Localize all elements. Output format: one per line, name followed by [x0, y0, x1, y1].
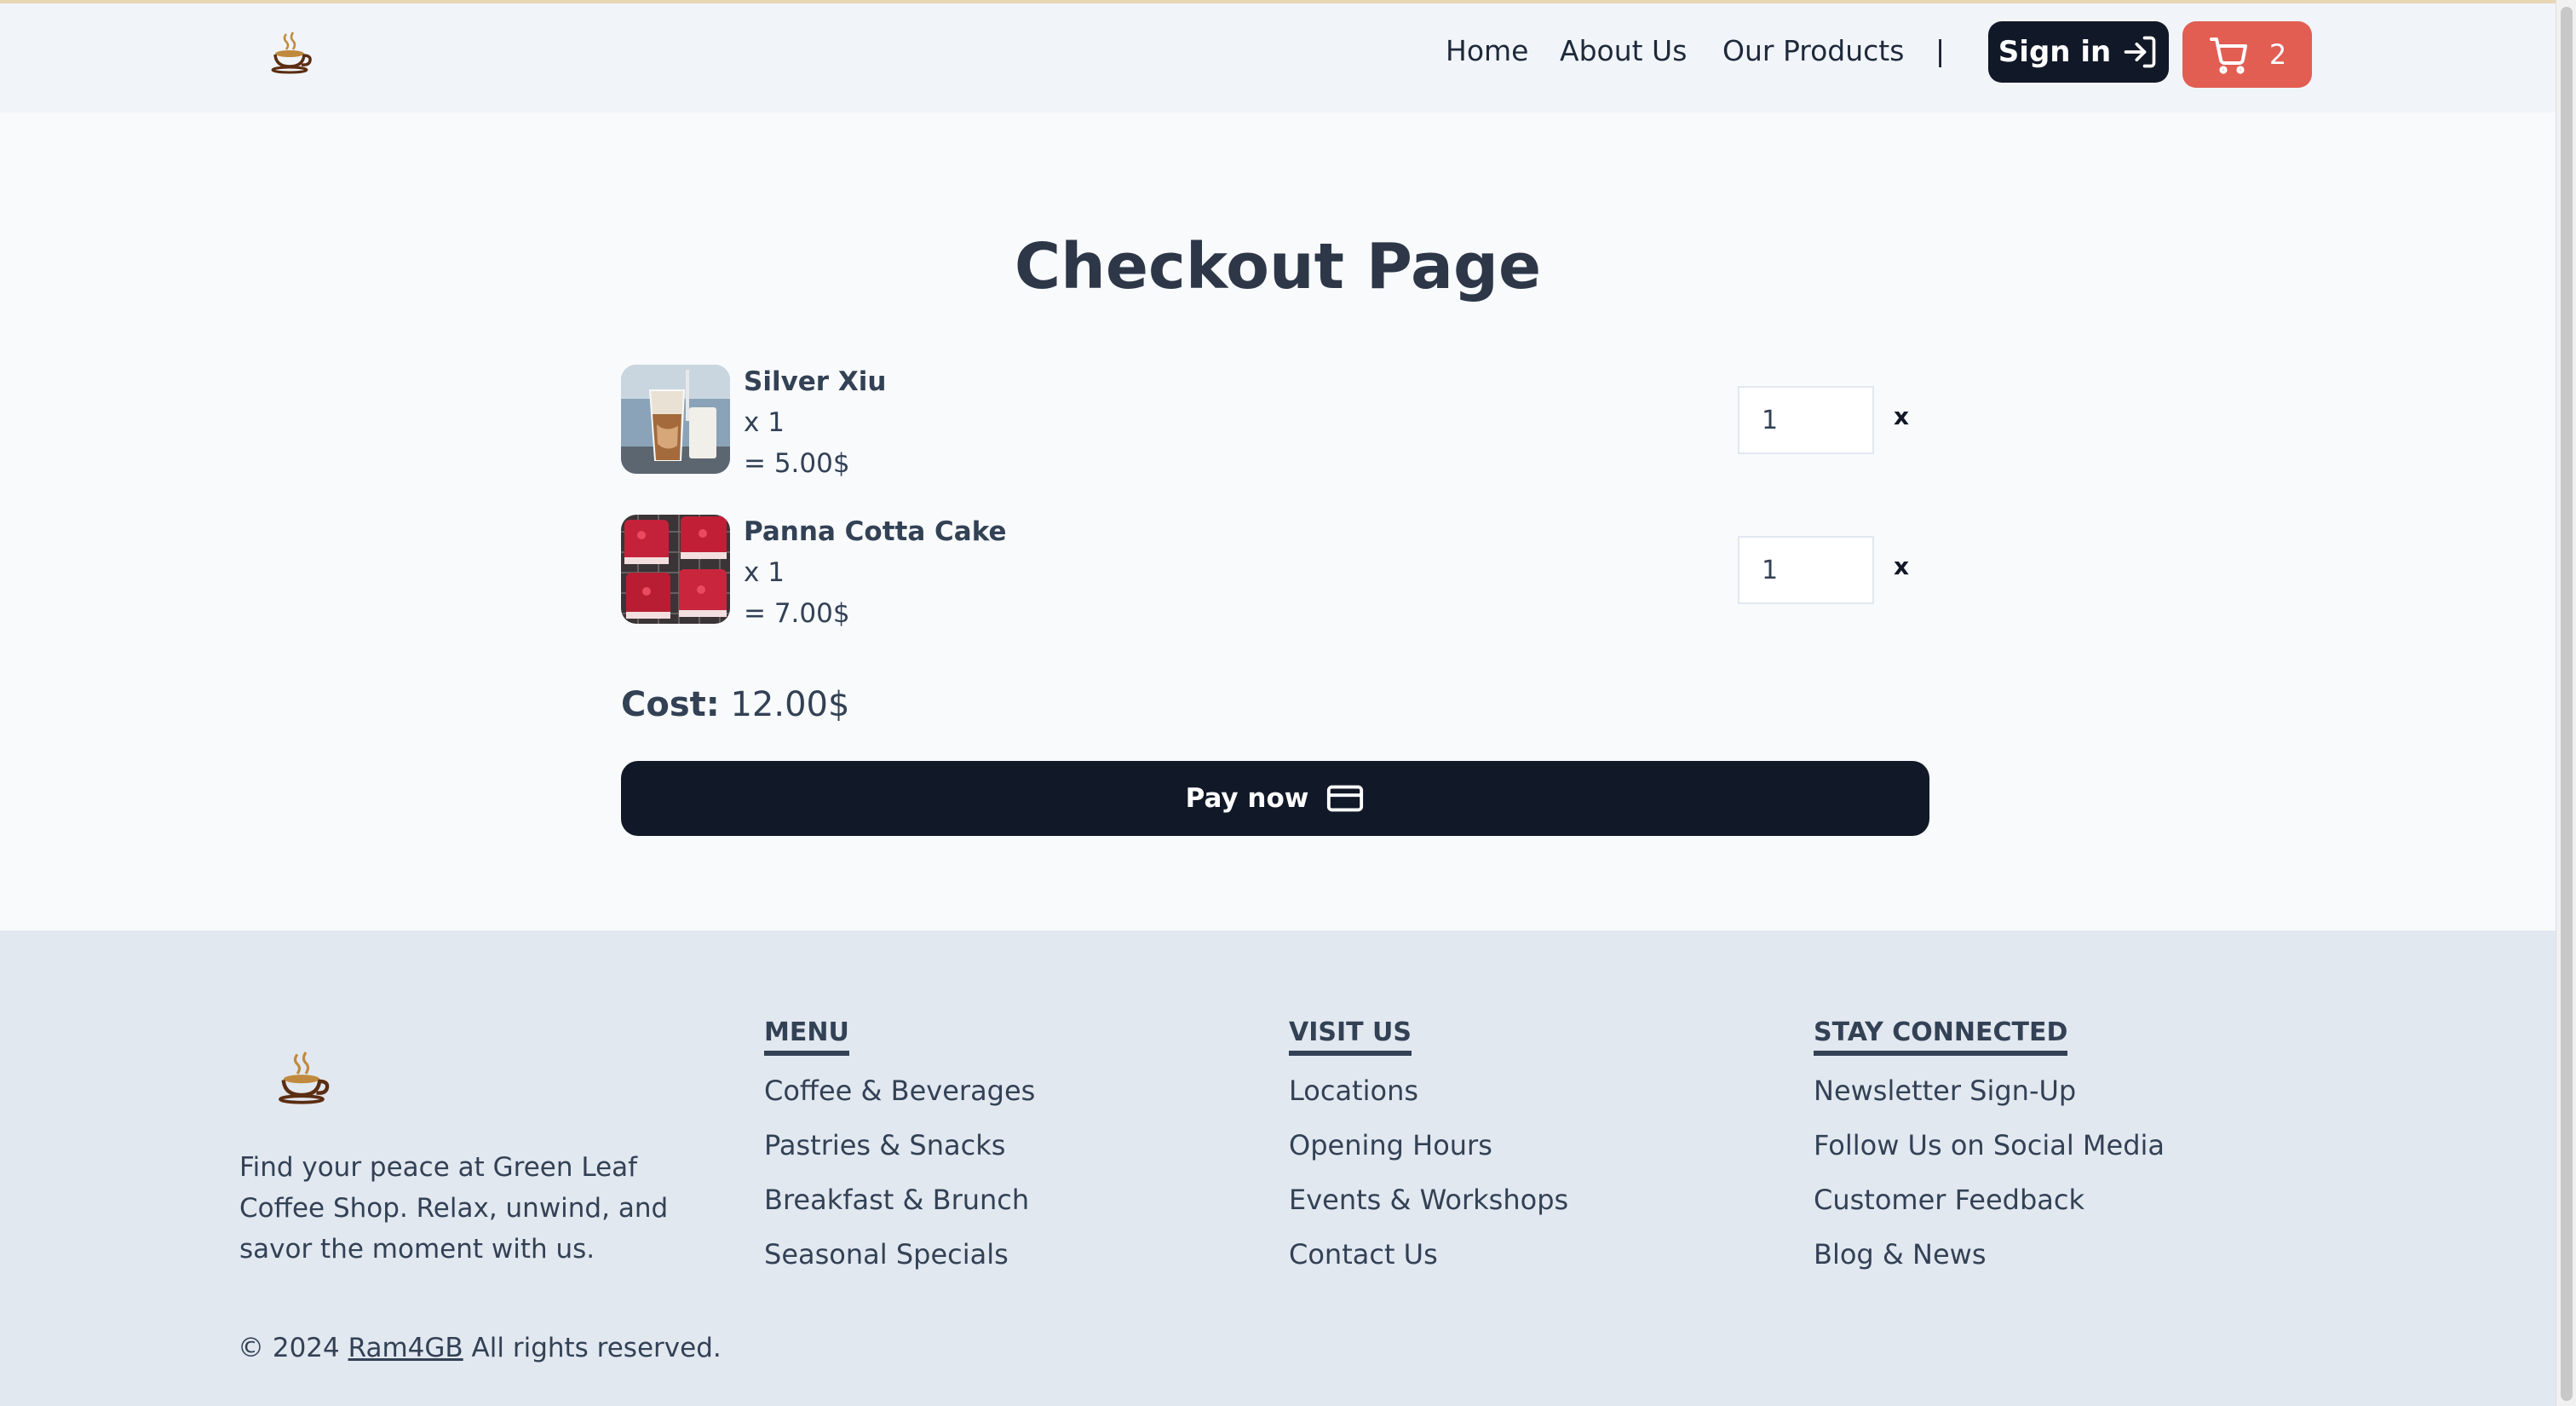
copyright-owner-link[interactable]: Ram4GB: [348, 1333, 463, 1363]
cart-item-quantity-text: x 1: [744, 407, 785, 438]
footer-link[interactable]: Newsletter Sign-Up: [1814, 1075, 2165, 1110]
credit-card-icon: [1327, 785, 1364, 812]
product-image-panna-cotta-cake: [621, 515, 730, 624]
nav-separator: |: [1935, 34, 1946, 67]
footer-link[interactable]: Blog & News: [1814, 1238, 2165, 1274]
cost-value: 12.00$: [730, 685, 850, 724]
footer-link[interactable]: Opening Hours: [1289, 1129, 1568, 1165]
pay-now-label: Pay now: [1185, 783, 1309, 814]
cart-item: Panna Cotta Cake x 1 = 7.00$ x: [621, 515, 1929, 629]
footer-column-visit-us: VISIT US Locations Opening Hours Events …: [1289, 1017, 1568, 1274]
cart-item: Silver Xiu x 1 = 5.00$ x: [621, 365, 1929, 479]
sign-in-arrow-icon: [2124, 36, 2156, 68]
product-image-silver-xiu: [621, 365, 730, 474]
footer-tagline: Find your peace at Green Leaf Coffee Sho…: [239, 1152, 669, 1265]
sign-in-label: Sign in: [1998, 35, 2112, 69]
nav-link-about-us[interactable]: About Us: [1560, 34, 1687, 67]
copyright-prefix: © 2024: [238, 1333, 340, 1363]
footer-link[interactable]: Breakfast & Brunch: [764, 1184, 1035, 1219]
quantity-input[interactable]: [1738, 386, 1874, 454]
coffee-cup-logo-icon[interactable]: [276, 1048, 336, 1108]
pay-now-button[interactable]: Pay now: [621, 761, 1929, 836]
footer-heading-visit-us: VISIT US: [1289, 1017, 1412, 1056]
cart-item-name: Silver Xiu: [744, 366, 887, 397]
navbar: Home About Us Our Products | Sign in 2: [0, 3, 2556, 112]
footer-heading-stay-connected: STAY CONNECTED: [1814, 1017, 2068, 1056]
cart-total-cost: Cost: 12.00$: [621, 685, 849, 724]
footer-link[interactable]: Seasonal Specials: [764, 1238, 1035, 1274]
scrollbar-thumb[interactable]: [2561, 7, 2573, 1401]
remove-item-button[interactable]: x: [1894, 552, 1909, 580]
footer-link[interactable]: Customer Feedback: [1814, 1184, 2165, 1219]
copyright-suffix: All rights reserved.: [471, 1333, 722, 1363]
cart-item-quantity-text: x 1: [744, 557, 785, 588]
footer-heading-menu: MENU: [764, 1017, 849, 1056]
nav-link-home[interactable]: Home: [1446, 34, 1528, 67]
footer-link[interactable]: Coffee & Beverages: [764, 1075, 1035, 1110]
footer-link[interactable]: Pastries & Snacks: [764, 1129, 1035, 1165]
remove-item-button[interactable]: x: [1894, 402, 1909, 430]
page-title: Checkout Page: [1014, 230, 1542, 303]
footer-link[interactable]: Contact Us: [1289, 1238, 1568, 1274]
footer: Find your peace at Green Leaf Coffee Sho…: [0, 931, 2556, 1406]
cart-item-subtotal: = 7.00$: [744, 598, 850, 629]
footer-column-menu: MENU Coffee & Beverages Pastries & Snack…: [764, 1017, 1035, 1274]
sign-in-button[interactable]: Sign in: [1988, 21, 2169, 83]
footer-link[interactable]: Follow Us on Social Media: [1814, 1129, 2165, 1165]
coffee-cup-logo-icon[interactable]: [269, 29, 317, 77]
cart-count-badge: 2: [2268, 38, 2287, 71]
cost-label: Cost:: [621, 685, 720, 724]
footer-column-stay-connected: STAY CONNECTED Newsletter Sign-Up Follow…: [1814, 1017, 2165, 1274]
cart-item-name: Panna Cotta Cake: [744, 516, 1007, 547]
cart-item-subtotal: = 5.00$: [744, 448, 850, 479]
quantity-input[interactable]: [1738, 536, 1874, 604]
footer-link[interactable]: Locations: [1289, 1075, 1568, 1110]
nav-link-our-products[interactable]: Our Products: [1722, 34, 1904, 67]
copyright-notice: © 2024 Ram4GB All rights reserved.: [238, 1333, 722, 1363]
cart-button[interactable]: 2: [2182, 21, 2312, 88]
page-scrollbar[interactable]: [2556, 0, 2576, 1406]
footer-link[interactable]: Events & Workshops: [1289, 1184, 1568, 1219]
shopping-cart-icon: [2209, 37, 2247, 74]
